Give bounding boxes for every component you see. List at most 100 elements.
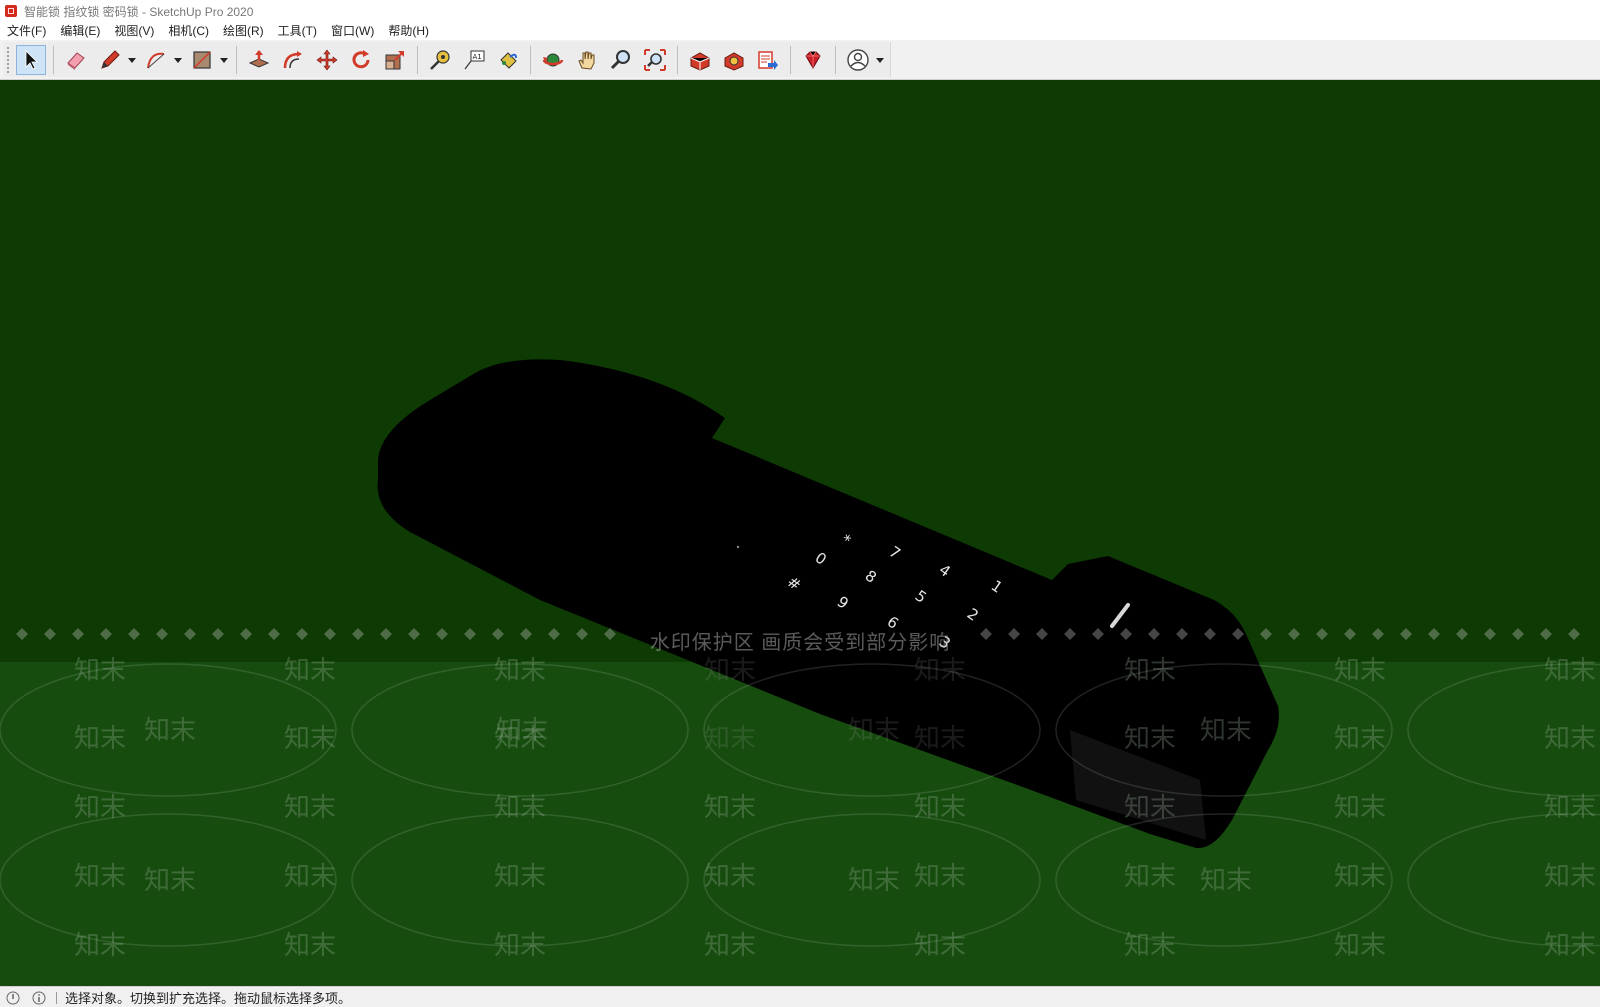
watermark-text: 知末	[1544, 724, 1597, 754]
menu-file[interactable]: 文件(F)	[0, 22, 53, 40]
orbit-icon	[542, 53, 564, 66]
title-bar: 智能锁 指纹锁 密码锁 - SketchUp Pro 2020	[0, 0, 1600, 22]
zoom-extents-icon	[644, 48, 666, 71]
toolbar-separator	[53, 45, 54, 74]
arrow-cursor-icon	[25, 49, 38, 70]
watermark-text: 知末	[1544, 862, 1597, 892]
paint-bucket-icon	[500, 51, 517, 69]
rotate-tool-button[interactable]	[346, 45, 376, 75]
model-viewport[interactable]: * 7 4 1 0 8 5 2 # 9 6 3 水印保护区 画质会受到部分影响 …	[0, 80, 1600, 986]
toolbar-grip[interactable]	[6, 45, 10, 74]
scale-icon	[385, 50, 404, 69]
watermark-text: 知末	[1544, 656, 1597, 686]
pencil-tool-button[interactable]	[95, 45, 125, 75]
warehouse-tool-button[interactable]	[685, 45, 715, 75]
text-label-icon: A1	[464, 50, 485, 69]
account-dropdown-button[interactable]	[875, 45, 885, 75]
watermark-text: 知末	[144, 866, 197, 896]
tape-measure-tool-button[interactable]	[425, 45, 455, 75]
watermark-text: 知末	[494, 724, 547, 754]
chevron-down-icon	[876, 57, 884, 63]
move-tool-button[interactable]	[312, 45, 342, 75]
watermark-text: 知末	[914, 793, 967, 823]
geo-location-icon[interactable]	[6, 991, 20, 1005]
watermark-text: 知末	[704, 931, 757, 961]
window-title: 智能锁 指纹锁 密码锁 - SketchUp Pro 2020	[24, 4, 254, 19]
scale-tool-button[interactable]	[380, 45, 410, 75]
rectangle-icon	[193, 50, 211, 69]
watermark-text: 知末	[494, 931, 547, 961]
move-icon	[316, 49, 338, 70]
pencil-icon	[101, 49, 120, 69]
text-tool-button[interactable]: A1	[459, 45, 489, 75]
watermark-text: 知末	[1124, 931, 1177, 961]
rotate-icon	[352, 49, 370, 68]
status-hint-text: 选择对象。切换到扩充选择。拖动鼠标选择多项。	[65, 991, 352, 1006]
extension-manager-tool-button[interactable]	[798, 45, 828, 75]
extension-warehouse-tool-button[interactable]	[719, 45, 749, 75]
layout-send-tool-button[interactable]	[753, 45, 783, 75]
paint-bucket-tool-button[interactable]	[493, 45, 523, 75]
zoom-tool-button[interactable]	[606, 45, 636, 75]
chevron-down-icon	[174, 57, 182, 63]
chevron-down-icon	[220, 57, 228, 63]
arc-icon	[147, 52, 165, 68]
watermark-text: 知末	[914, 862, 967, 892]
arc-dropdown-button[interactable]	[173, 45, 183, 75]
sketchup-logo-icon	[5, 5, 17, 17]
status-separator	[56, 991, 57, 1004]
select-tool-button[interactable]	[16, 44, 46, 75]
warehouse-icon	[690, 51, 710, 71]
watermark-text: 知末	[284, 862, 337, 892]
watermark-text: 知末	[848, 866, 901, 896]
zoom-extents-tool-button[interactable]	[640, 45, 670, 75]
pencil-dropdown-button[interactable]	[127, 45, 137, 75]
watermark-text: 知末	[144, 716, 197, 746]
eraser-tool-button[interactable]	[61, 45, 91, 75]
account-tool-button[interactable]	[843, 45, 873, 75]
eraser-icon	[67, 51, 85, 70]
watermark-text: 知末	[1200, 716, 1253, 746]
user-avatar-icon	[847, 48, 869, 71]
watermark-text: 知末	[1124, 793, 1177, 823]
watermark-text: 知末	[1124, 724, 1177, 754]
toolbar-separator	[236, 45, 237, 74]
watermark-text: 知末	[284, 931, 337, 961]
menu-view[interactable]: 视图(V)	[107, 22, 161, 40]
orbit-tool-button[interactable]	[538, 45, 568, 75]
watermark-text: 知末	[914, 931, 967, 961]
watermark-text: 知末	[1124, 862, 1177, 892]
offset-icon	[283, 50, 302, 68]
watermark-text: 知末	[74, 931, 127, 961]
toolbar-separator	[417, 45, 418, 74]
watermark-text: 知末	[284, 724, 337, 754]
toolbar-strip: A1	[4, 42, 891, 77]
arc-tool-button[interactable]	[141, 45, 171, 75]
menu-camera[interactable]: 相机(C)	[161, 22, 216, 40]
rectangle-tool-button[interactable]	[187, 45, 217, 75]
info-icon[interactable]	[32, 991, 46, 1005]
watermark-text: 知末	[848, 716, 901, 746]
offset-tool-button[interactable]	[278, 45, 308, 75]
magnifier-icon	[610, 49, 630, 69]
push-pull-tool-button[interactable]	[244, 45, 274, 75]
extension-warehouse-icon	[724, 51, 744, 71]
hand-icon	[578, 51, 595, 70]
svg-text:A1: A1	[473, 53, 482, 61]
watermark-text: 知末	[74, 793, 127, 823]
watermark-text: 知末	[494, 793, 547, 823]
menu-help[interactable]: 帮助(H)	[381, 22, 436, 40]
watermark-text: 知末	[704, 862, 757, 892]
ruby-gem-icon	[805, 51, 821, 69]
menu-edit[interactable]: 编辑(E)	[53, 22, 107, 40]
watermark-text: 知末	[284, 656, 337, 686]
smart-lock-model[interactable]: * 7 4 1 0 8 5 2 # 9 6 3	[0, 80, 1600, 986]
watermark-text: 知末	[74, 656, 127, 686]
menu-tools[interactable]: 工具(T)	[271, 22, 324, 40]
rectangle-dropdown-button[interactable]	[219, 45, 229, 75]
pan-tool-button[interactable]	[572, 45, 602, 75]
menu-window[interactable]: 窗口(W)	[324, 22, 381, 40]
status-bar: 选择对象。切换到扩充选择。拖动鼠标选择多项。	[0, 986, 1600, 1007]
menu-draw[interactable]: 绘图(R)	[216, 22, 271, 40]
watermark-text: 知末	[74, 862, 127, 892]
